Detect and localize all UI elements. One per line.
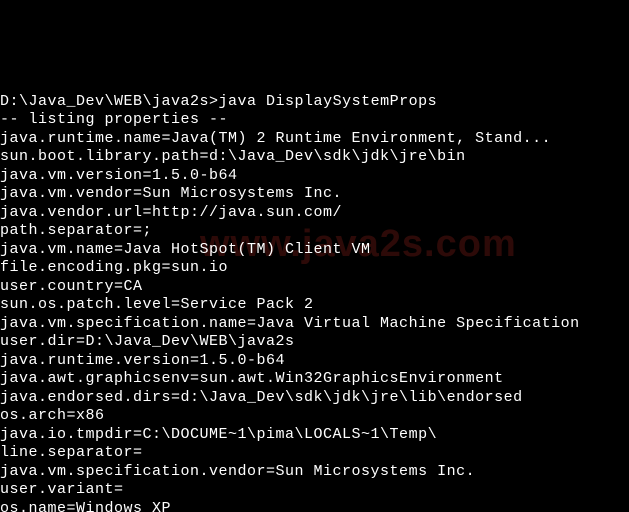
output-line: os.arch=x86 xyxy=(0,407,629,426)
output-line: java.vm.vendor=Sun Microsystems Inc. xyxy=(0,185,629,204)
output-line: java.io.tmpdir=C:\DOCUME~1\pima\LOCALS~1… xyxy=(0,426,629,445)
output-line: java.vm.name=Java HotSpot(TM) Client VM xyxy=(0,241,629,260)
terminal-window[interactable]: www.java2s.com D:\Java_Dev\WEB\java2s>ja… xyxy=(0,0,629,512)
output-line: path.separator=; xyxy=(0,222,629,241)
terminal-content: D:\Java_Dev\WEB\java2s>java DisplaySyste… xyxy=(0,56,629,512)
command-text: java DisplaySystemProps xyxy=(219,93,438,110)
output-line: os.name=Windows XP xyxy=(0,500,629,512)
output-line: java.endorsed.dirs=d:\Java_Dev\sdk\jdk\j… xyxy=(0,389,629,408)
output-line: sun.os.patch.level=Service Pack 2 xyxy=(0,296,629,315)
prompt-path: D:\Java_Dev\WEB\java2s> xyxy=(0,93,219,110)
output-line: java.runtime.name=Java(TM) 2 Runtime Env… xyxy=(0,130,629,149)
output-line: java.vendor.url=http://java.sun.com/ xyxy=(0,204,629,223)
output-line: java.vm.specification.name=Java Virtual … xyxy=(0,315,629,334)
output-line: line.separator= xyxy=(0,444,629,463)
output-line: java.awt.graphicsenv=sun.awt.Win32Graphi… xyxy=(0,370,629,389)
output-line: java.vm.specification.vendor=Sun Microsy… xyxy=(0,463,629,482)
output-line: -- listing properties -- xyxy=(0,111,629,130)
output-line: file.encoding.pkg=sun.io xyxy=(0,259,629,278)
output-line: user.country=CA xyxy=(0,278,629,297)
output-line: java.vm.version=1.5.0-b64 xyxy=(0,167,629,186)
command-line: D:\Java_Dev\WEB\java2s>java DisplaySyste… xyxy=(0,93,629,112)
output-line: sun.boot.library.path=d:\Java_Dev\sdk\jd… xyxy=(0,148,629,167)
output-line: user.variant= xyxy=(0,481,629,500)
output-line: java.runtime.version=1.5.0-b64 xyxy=(0,352,629,371)
output-line: user.dir=D:\Java_Dev\WEB\java2s xyxy=(0,333,629,352)
